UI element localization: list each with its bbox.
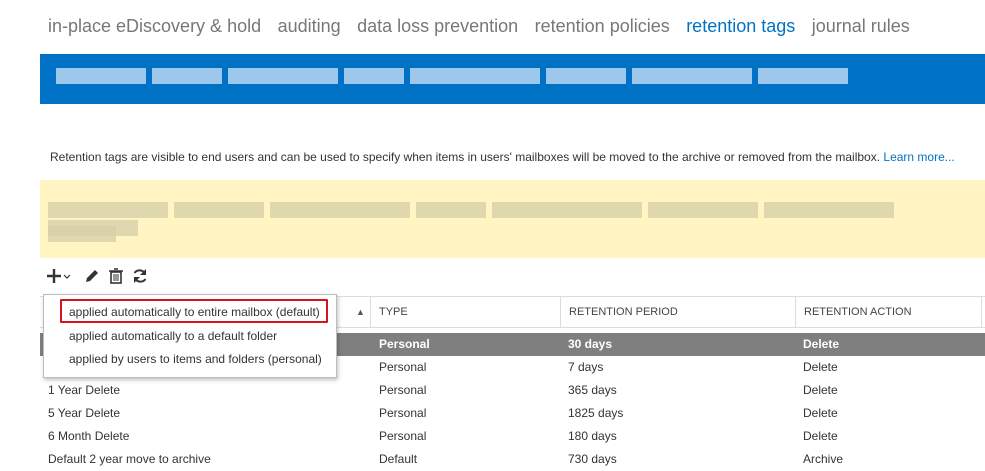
obscured-text [48,202,985,236]
refresh-icon[interactable] [130,266,150,286]
cell-action: Archive [803,452,844,466]
tab-retention-policies[interactable]: retention policies [535,16,670,37]
add-icon[interactable] [44,266,64,286]
cell-type: Personal [379,360,427,374]
obscured-text [56,68,854,84]
cell-period: 30 days [568,337,613,351]
cell-period: 365 days [568,383,617,397]
cell-name: 1 Year Delete [48,383,121,397]
cell-type: Personal [379,337,430,351]
table-row[interactable]: Default 2 year move to archive Default 7… [40,448,985,471]
tab-journal-rules[interactable]: journal rules [812,16,910,37]
cell-period: 1825 days [568,406,624,420]
column-header-type[interactable]: TYPE [370,297,560,327]
tab-auditing[interactable]: auditing [278,16,341,37]
tab-ediscovery-hold[interactable]: in-place eDiscovery & hold [48,16,261,37]
cell-name: 5 Year Delete [48,406,121,420]
table-row[interactable]: 1 Year Delete Personal 365 days Delete [40,379,985,402]
cell-type: Personal [379,429,427,443]
obscured-notice [40,180,985,258]
cell-type: Default [379,452,418,466]
cell-type: Personal [379,383,427,397]
learn-more-link[interactable]: Learn more... [883,150,954,164]
cell-period: 7 days [568,360,604,374]
menu-item-default-folder[interactable]: applied automatically to a default folde… [69,325,277,347]
retention-tags-description: Retention tags are visible to end users … [50,150,955,164]
cell-action: Delete [803,360,838,374]
table-row[interactable]: 6 Month Delete Personal 180 days Delete [40,425,985,448]
highlight-box [60,299,328,323]
cell-period: 180 days [568,429,617,443]
sort-ascending-icon[interactable]: ▲ [356,297,365,327]
edit-icon[interactable] [82,266,102,286]
obscured-banner [40,54,985,104]
cell-period: 730 days [568,452,617,466]
obscured-text [48,226,122,242]
tab-retention-tags[interactable]: retention tags [686,16,795,37]
cell-type: Personal [379,406,427,420]
dropdown-caret-icon[interactable] [62,266,72,286]
cell-action: Delete [803,429,838,443]
cell-name: Default 2 year move to archive [48,452,211,466]
table-row[interactable]: 5 Year Delete Personal 1825 days Delete [40,402,985,425]
description-text: Retention tags are visible to end users … [50,150,881,164]
tab-data-loss-prevention[interactable]: data loss prevention [357,16,518,37]
column-header-retention-action[interactable]: RETENTION ACTION [795,297,982,327]
cell-action: Delete [803,337,840,351]
cell-action: Delete [803,406,838,420]
column-header-retention-period[interactable]: RETENTION PERIOD [560,297,795,327]
nav-tabs: in-place eDiscovery & hold auditing data… [48,16,922,37]
menu-item-personal[interactable]: applied by users to items and folders (p… [69,348,322,370]
cell-action: Delete [803,383,838,397]
delete-icon[interactable] [106,266,126,286]
cell-name: 6 Month Delete [48,429,130,443]
